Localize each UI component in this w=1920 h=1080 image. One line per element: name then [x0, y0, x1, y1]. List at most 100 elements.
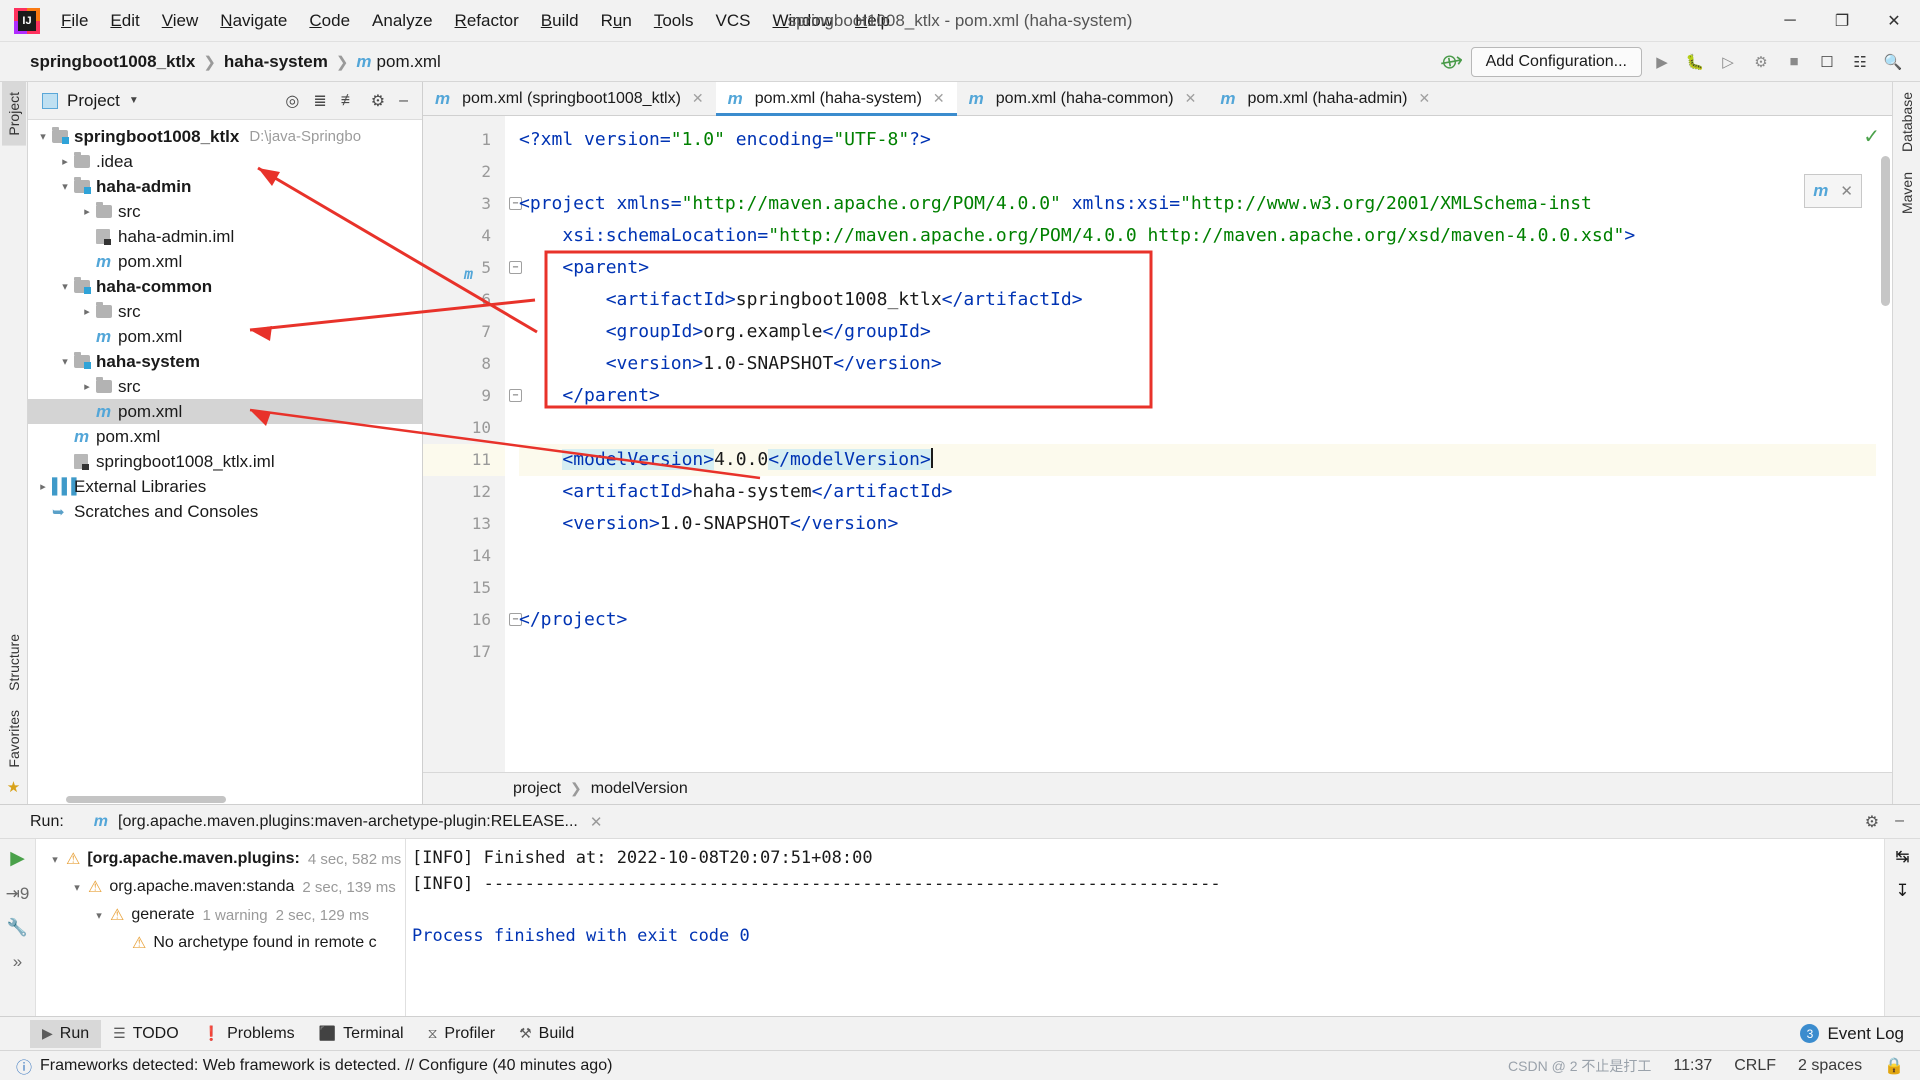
tree-item-src[interactable]: ▸ src: [28, 374, 422, 399]
wrap-text-icon[interactable]: ↹: [1895, 847, 1909, 867]
lock-icon[interactable]: 🔒: [1884, 1056, 1904, 1076]
tree-item-external-libraries[interactable]: ▸ ▌▌▌ External Libraries: [28, 474, 422, 499]
tool-strip-todo[interactable]: ☰ TODO: [101, 1020, 191, 1048]
tree-expand-arrow[interactable]: ▾: [56, 180, 74, 193]
gutter-line-3[interactable]: 3−: [423, 188, 522, 220]
tree-expand-arrow[interactable]: ▾: [56, 280, 74, 293]
tree-item-pom-xml[interactable]: m pom.xml: [28, 249, 422, 274]
menu-item-edit[interactable]: Edit: [99, 7, 150, 35]
tree-item-haha-common[interactable]: ▾ haha-common: [28, 274, 422, 299]
rerun-icon[interactable]: ▶: [10, 847, 25, 870]
settings-wrench-icon[interactable]: 🔧: [7, 918, 28, 938]
gutter-line-6[interactable]: 6: [423, 284, 505, 316]
code-line-12[interactable]: <artifactId>haha-system</artifactId>: [519, 476, 1876, 508]
maven-reimport-icon[interactable]: m: [1813, 181, 1828, 201]
code-line-7[interactable]: <groupId>org.example</groupId>: [519, 316, 1876, 348]
code-line-9[interactable]: </parent>: [519, 380, 1876, 412]
rail-tab-structure[interactable]: Structure: [2, 624, 26, 701]
code-line-16[interactable]: </project>: [519, 604, 1876, 636]
maven-reimport-popup[interactable]: m ✕: [1804, 174, 1862, 208]
editor-tab-0[interactable]: m pom.xml (springboot1008_ktlx) ✕: [423, 82, 716, 115]
code-line-2[interactable]: [519, 156, 1876, 188]
tree-item-springboot1008-ktlx-iml[interactable]: springboot1008_ktlx.iml: [28, 449, 422, 474]
tree-expand-arrow[interactable]: ▸: [56, 155, 74, 168]
breadcrumb-file[interactable]: pom.xml: [377, 52, 441, 72]
code-line-4[interactable]: xsi:schemaLocation="http://maven.apache.…: [519, 220, 1876, 252]
code-line-8[interactable]: <version>1.0-SNAPSHOT</version>: [519, 348, 1876, 380]
close-icon[interactable]: ✕: [933, 90, 945, 107]
gutter-line-10[interactable]: 10: [423, 412, 505, 444]
run-configuration-name[interactable]: [org.apache.maven.plugins:maven-archetyp…: [118, 813, 578, 831]
tree-expand-arrow[interactable]: ▸: [78, 305, 96, 318]
add-configuration-button[interactable]: Add Configuration...: [1470, 46, 1642, 77]
search-icon[interactable]: 🔍: [1880, 49, 1906, 75]
code-line-3[interactable]: <project xmlns="http://maven.apache.org/…: [519, 188, 1876, 220]
gutter-line-15[interactable]: 15: [423, 572, 505, 604]
settings-gear-icon[interactable]: ⚙: [371, 91, 385, 111]
rail-tab-database[interactable]: Database: [1895, 82, 1919, 162]
close-icon[interactable]: ✕: [1419, 90, 1431, 107]
editor-tab-2[interactable]: m pom.xml (haha-common) ✕: [956, 82, 1209, 115]
tool-strip-terminal[interactable]: ⬛ Terminal: [307, 1020, 416, 1048]
gutter-line-9[interactable]: 9−: [423, 380, 522, 412]
chevron-down-icon[interactable]: ▼: [129, 95, 139, 106]
run-tree-row-1[interactable]: ▾ ⚠ org.apache.maven:standa 2 sec, 139 ms: [36, 873, 405, 901]
gutter-line-13[interactable]: 13: [423, 508, 505, 540]
rail-tab-favorites[interactable]: Favorites: [2, 700, 26, 778]
code-line-17[interactable]: [519, 636, 1876, 668]
line-separator-indicator[interactable]: CRLF: [1734, 1057, 1776, 1075]
breadcrumb-project[interactable]: springboot1008_ktlx: [30, 52, 195, 72]
tree-item-pom-xml[interactable]: m pom.xml: [28, 424, 422, 449]
tree-item-springboot1008-ktlx[interactable]: ▾ springboot1008_ktlx D:\java-Springbo: [28, 124, 422, 149]
avd-manager-icon[interactable]: ☷: [1847, 49, 1873, 75]
run-result-tree[interactable]: ▾ ⚠ [org.apache.maven.plugins: 4 sec, 582 m…: [36, 839, 406, 1016]
minimize-button[interactable]: ─: [1764, 0, 1816, 42]
editor-marker-panel[interactable]: [1876, 116, 1892, 772]
breadcrumb-xml-modelversion[interactable]: modelVersion: [591, 780, 688, 798]
gutter-line-8[interactable]: 8: [423, 348, 505, 380]
tree-item-scratches-and-consoles[interactable]: ➥ Scratches and Consoles: [28, 499, 422, 524]
code-line-5[interactable]: <parent>: [519, 252, 1876, 284]
gutter-line-5[interactable]: 5− m: [423, 252, 522, 284]
tree-item-pom-xml[interactable]: m pom.xml: [28, 399, 422, 424]
tree-expand-arrow[interactable]: ▸: [78, 205, 96, 218]
menu-item-navigate[interactable]: Navigate: [209, 7, 298, 35]
close-icon[interactable]: ✕: [692, 90, 704, 107]
rail-tab-maven[interactable]: Maven: [1895, 162, 1919, 224]
tree-expand-arrow[interactable]: ▸: [34, 480, 52, 493]
gutter-line-4[interactable]: 4: [423, 220, 505, 252]
expand-all-icon[interactable]: ≣: [313, 91, 326, 111]
menu-item-build[interactable]: Build: [530, 7, 590, 35]
gutter-line-16[interactable]: 16−: [423, 604, 522, 636]
device-manager-icon[interactable]: ☐: [1814, 49, 1840, 75]
project-tree-hscrollbar[interactable]: [28, 795, 422, 804]
menu-item-code[interactable]: Code: [298, 7, 361, 35]
code-line-11[interactable]: <modelVersion>4.0.0</modelVersion>: [519, 444, 1876, 476]
tree-item-src[interactable]: ▸ src: [28, 199, 422, 224]
code-line-1[interactable]: <?xml version="1.0" encoding="UTF-8"?>: [519, 124, 1876, 156]
editor-code[interactable]: <?xml version="1.0" encoding="UTF-8"?> <…: [505, 116, 1876, 772]
run-with-coverage-icon[interactable]: ▷: [1715, 49, 1741, 75]
menu-item-tools[interactable]: Tools: [643, 7, 705, 35]
hide-window-icon[interactable]: ‒: [399, 92, 408, 110]
editor-vertical-scrollbar[interactable]: [1881, 156, 1890, 306]
tool-strip-build[interactable]: ⚒ Build: [507, 1020, 586, 1048]
gear-icon[interactable]: ⚙: [1865, 812, 1879, 832]
close-button[interactable]: ✕: [1868, 0, 1920, 42]
run-console-output[interactable]: [INFO] Finished at: 2022-10-08T20:07:51+…: [406, 839, 1884, 1016]
gutter-line-2[interactable]: 2: [423, 156, 505, 188]
code-line-15[interactable]: [519, 572, 1876, 604]
code-line-14[interactable]: [519, 540, 1876, 572]
scroll-to-end-icon[interactable]: ↧: [1895, 881, 1909, 901]
code-line-13[interactable]: <version>1.0-SNAPSHOT</version>: [519, 508, 1876, 540]
editor-tab-3[interactable]: m pom.xml (haha-admin) ✕: [1208, 82, 1443, 115]
more-actions-icon[interactable]: »: [13, 952, 22, 972]
menu-item-run[interactable]: Run: [590, 7, 643, 35]
rerun-failed-icon[interactable]: ⇥9: [6, 884, 30, 904]
editor-tab-1[interactable]: m pom.xml (haha-system) ✕: [715, 82, 957, 116]
tree-item-haha-system[interactable]: ▾ haha-system: [28, 349, 422, 374]
maximize-button[interactable]: ❐: [1816, 0, 1868, 42]
gutter-line-14[interactable]: 14: [423, 540, 505, 572]
stop-icon[interactable]: ■: [1781, 49, 1807, 75]
profile-icon[interactable]: ⚙: [1748, 49, 1774, 75]
